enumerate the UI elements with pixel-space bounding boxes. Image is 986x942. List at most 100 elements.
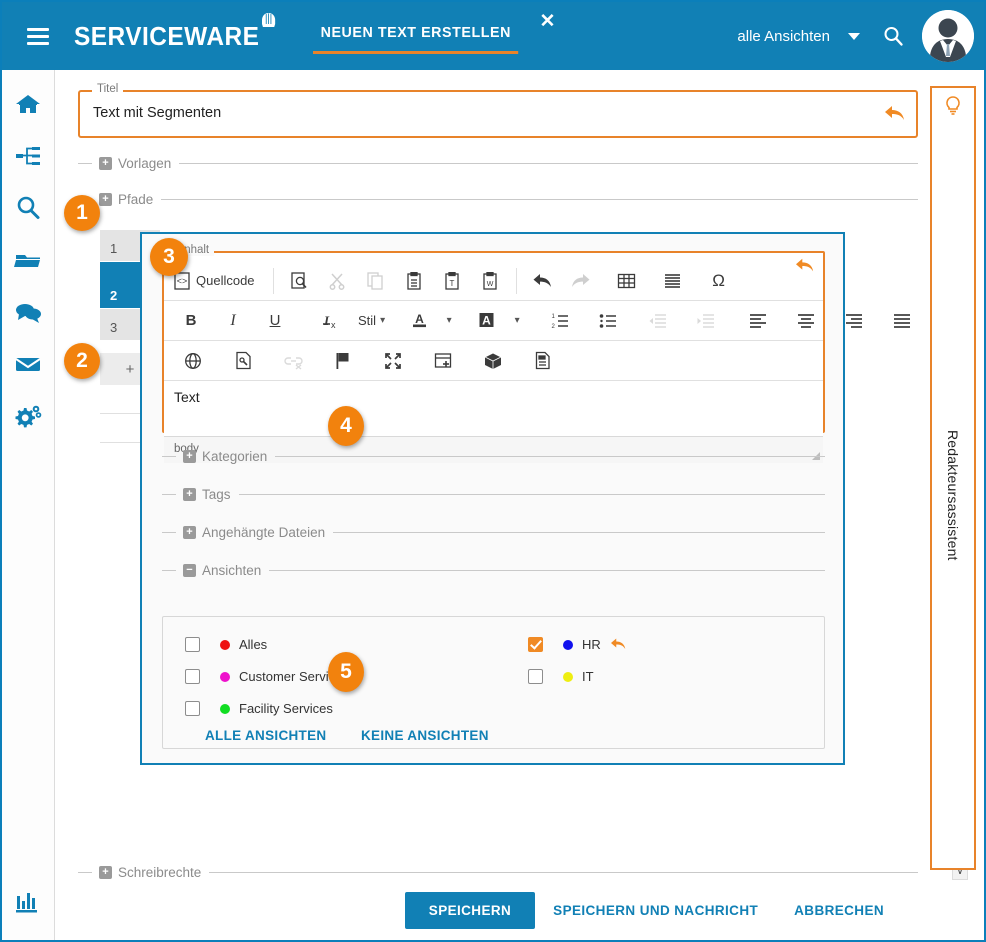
expand-plus-icon[interactable]: + [99,156,112,170]
maximize-icon[interactable] [374,347,412,375]
main-content: Titel Text mit Segmenten + Vorlagen + Pf… [55,70,982,938]
omega-icon[interactable]: Ω [700,267,738,295]
align-left-icon[interactable] [739,307,777,335]
expand-plus-icon[interactable]: + [99,192,112,206]
ansicht-row-customer-service[interactable]: Customer Service [185,669,342,684]
underline-label: U [269,312,281,329]
checkbox-customer-service[interactable] [185,669,200,684]
rich-text-editor-area[interactable]: Text [164,381,823,437]
remove-format-icon[interactable]: I x [310,307,352,335]
assistant-label: Redakteursassistent [945,429,961,561]
chevron-down-icon[interactable]: ▾ [380,315,385,326]
chat-bubbles-icon[interactable] [2,286,54,338]
checkbox-alles[interactable] [185,637,200,652]
flag-anchor-icon[interactable] [324,347,362,375]
align-center-icon[interactable] [787,307,825,335]
select-all-views-button[interactable]: ALLE ANSICHTEN [205,728,326,743]
cancel-button[interactable]: ABBRECHEN [776,892,902,929]
preview-icon[interactable] [281,267,319,295]
underline-icon[interactable]: U [254,307,296,335]
ansicht-row-hr[interactable]: HR [528,637,627,652]
section-label[interactable]: Angehängte Dateien [202,525,325,540]
hrule-icon[interactable] [654,267,692,295]
chevron-down-icon[interactable] [848,32,860,40]
text-color-icon[interactable]: A [403,307,435,335]
expand-plus-icon[interactable]: + [183,525,196,539]
folder-icon[interactable] [2,234,54,286]
section-label[interactable]: Kategorien [202,449,267,464]
clipboard-text-icon[interactable]: T [433,267,471,295]
source-code-button[interactable]: <> Quellcode [170,267,259,295]
section-vorlagen[interactable]: + Vorlagen [78,154,918,172]
checkbox-facility-services[interactable] [185,701,200,716]
table-icon[interactable] [608,267,646,295]
style-dropdown[interactable]: Stil ▾ [352,307,389,335]
tree-structure-icon[interactable] [2,130,54,182]
scissors-icon [319,267,357,295]
bar-chart-icon[interactable] [2,876,54,928]
chevron-down-icon[interactable]: ▾ [503,307,527,335]
insert-panel-icon[interactable] [424,347,462,375]
select-no-views-button[interactable]: KEINE ANSICHTEN [361,728,489,743]
views-selector[interactable]: alle Ansichten [737,28,830,45]
section-pfade[interactable]: + Pfade [78,190,918,208]
tab-neuen-text-erstellen[interactable]: NEUEN TEXT ERSTELLEN [313,18,519,54]
bold-icon[interactable]: B [170,307,212,335]
expand-plus-icon[interactable]: + [99,865,112,879]
search-icon[interactable] [882,25,904,47]
avatar[interactable] [922,10,974,62]
chevron-down-icon[interactable]: ▾ [435,307,459,335]
hamburger-icon[interactable] [10,27,66,45]
undo-arrow-icon[interactable] [610,637,627,652]
section-tags[interactable]: + Tags [162,485,825,503]
section-label[interactable]: Ansichten [202,563,261,578]
close-icon[interactable]: ✕ [540,12,556,31]
expand-plus-icon[interactable]: + [183,449,196,463]
callout-3: 3 [150,238,188,276]
title-input[interactable]: Text mit Segmenten [93,105,221,121]
save-button[interactable]: SPEICHERN [404,891,536,929]
section-label[interactable]: Vorlagen [118,156,171,171]
document-template-icon[interactable] [524,347,562,375]
globe-link-icon[interactable] [174,347,212,375]
ansicht-row-alles[interactable]: Alles [185,637,267,652]
undo-arrow-icon[interactable] [795,257,815,280]
redakteursassistent-panel[interactable]: Redakteursassistent [930,86,976,870]
section-kategorien[interactable]: + Kategorien [162,447,825,465]
numbered-list-icon[interactable]: 1 2 [541,307,579,335]
save-and-message-button[interactable]: SPEICHERN UND NACHRICHT [535,892,776,929]
expand-plus-icon[interactable]: + [183,487,196,501]
section-angehaengte-dateien[interactable]: + Angehängte Dateien [162,523,825,541]
lightbulb-icon[interactable] [943,95,963,122]
undo-icon[interactable] [524,267,562,295]
checkbox-hr[interactable] [528,637,543,652]
section-label[interactable]: Schreibrechte [118,865,201,880]
section-ansichten[interactable]: − Ansichten [162,561,825,579]
cube-icon[interactable] [474,347,512,375]
bulleted-list-icon[interactable] [589,307,627,335]
clipboard-word-icon[interactable]: W [471,267,509,295]
align-right-icon[interactable] [835,307,873,335]
italic-icon[interactable]: I [212,307,254,335]
section-label[interactable]: Pfade [118,192,153,207]
svg-text:A: A [415,312,424,326]
collapse-minus-icon[interactable]: − [183,563,196,577]
ansicht-row-it[interactable]: IT [528,669,594,684]
bg-color-icon[interactable]: A [469,307,503,335]
search-icon[interactable] [2,182,54,234]
clipboard-icon[interactable] [395,267,433,295]
title-field[interactable]: Titel Text mit Segmenten [78,83,918,138]
checkbox-it[interactable] [528,669,543,684]
ansicht-label: HR [582,637,601,652]
envelope-icon[interactable] [2,338,54,390]
section-schreibrechte[interactable]: + Schreibrechte [78,863,918,881]
gears-icon[interactable] [2,390,54,442]
open-tabs: NEUEN TEXT ERSTELLEN ✕ [313,12,555,54]
undo-arrow-icon[interactable] [884,104,906,129]
home-icon[interactable] [2,78,54,130]
omega-label: Ω [712,270,725,290]
section-label[interactable]: Tags [202,487,231,502]
document-link-icon[interactable] [224,347,262,375]
ansicht-row-facility-services[interactable]: Facility Services [185,701,333,716]
align-justify-icon[interactable] [883,307,921,335]
